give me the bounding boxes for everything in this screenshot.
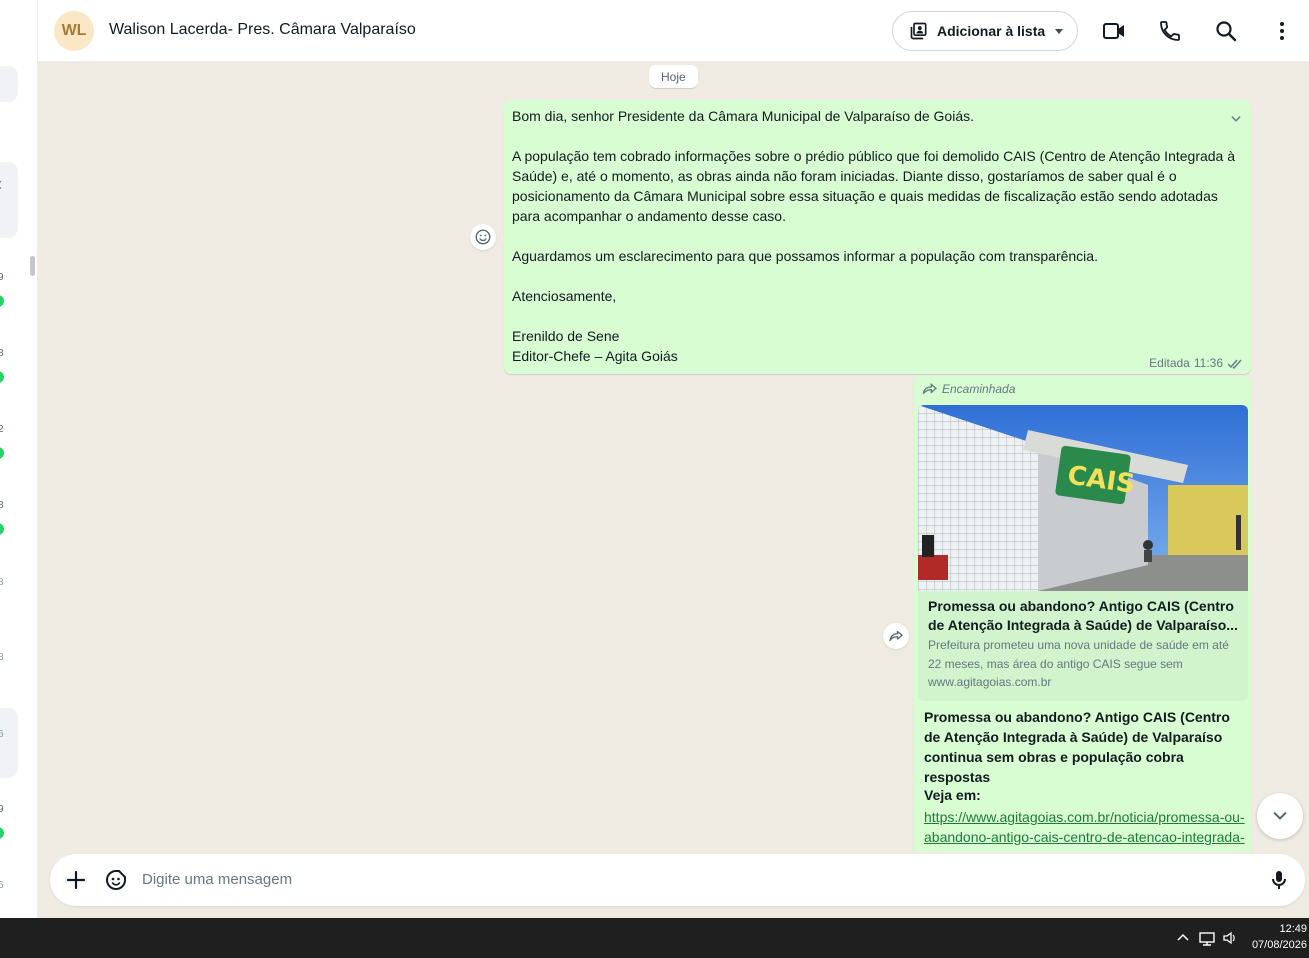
chat-item-time: 6 (0, 880, 4, 891)
network-icon[interactable] (1198, 930, 1216, 946)
link-preview-description: Prefeitura prometeu uma nova unidade de … (928, 638, 1229, 671)
outgoing-message-bubble[interactable]: Bom dia, senhor Presidente da Câmara Mun… (504, 100, 1251, 374)
unread-badge (0, 447, 4, 459)
contact-name[interactable]: Walison Lacerda- Pres. Câmara Valparaíso (109, 21, 416, 39)
message-time: 11:36 (1193, 356, 1223, 370)
chevron-down-icon[interactable] (1229, 112, 1243, 126)
chat-item-time: 8 (0, 652, 4, 663)
forwarded-arrow-icon (922, 383, 938, 395)
search-field-edge[interactable] (0, 66, 18, 102)
unread-badge (0, 523, 4, 535)
message-input[interactable]: Digite uma mensagem (142, 871, 292, 888)
link-preview-title: Promessa ou abandono? Antigo CAIS (Centr… (928, 598, 1238, 633)
article-link[interactable]: https://www.agitagoias.com.br/noticia/pr… (924, 807, 1248, 852)
message-meta: Editada 11:36 (1149, 356, 1243, 370)
link-preview-image[interactable]: CAIS (918, 405, 1248, 591)
link-preview-card[interactable]: CAIS Promessa ou abandono? Antigo CAIS (… (918, 405, 1248, 701)
forwarded-label: Encaminhada (942, 382, 1016, 396)
chat-list-scrollbar[interactable] (30, 256, 35, 276)
chat-list-panel: ‹ 9 8 2 8 8 8 6 9 6 (0, 0, 38, 918)
chevron-down-icon (1273, 811, 1287, 820)
chat-item-time: 9 (0, 804, 4, 815)
video-call-icon[interactable] (1102, 19, 1126, 43)
system-clock[interactable]: 12:49 07/08/2026 (1252, 921, 1307, 953)
unread-badge (0, 295, 4, 307)
forwarded-indicator: Encaminhada (922, 382, 1015, 396)
double-check-icon (1227, 359, 1242, 369)
search-icon[interactable] (1214, 19, 1238, 43)
back-arrow-icon[interactable]: ‹ (0, 174, 2, 195)
message-headline: Promessa ou abandono? Antigo CAIS (Centr… (924, 709, 1230, 785)
microphone-icon[interactable] (1267, 868, 1291, 892)
chat-item-time: 2 (0, 424, 4, 435)
chat-item-time: 8 (0, 348, 4, 359)
chat-item-time: 8 (0, 577, 4, 588)
clock-date: 07/08/2026 (1251, 939, 1307, 951)
chat-list-item-hover[interactable] (0, 708, 18, 778)
unread-badge (0, 371, 4, 383)
chat-list-item-selected[interactable] (0, 162, 18, 238)
message-veja-em: Veja em: (924, 787, 981, 803)
message-text: Bom dia, senhor Presidente da Câmara Mun… (512, 108, 1236, 364)
add-to-list-label: Adicionar à lista (937, 23, 1046, 39)
date-separator: Hoje (649, 65, 698, 88)
attach-plus-icon[interactable] (64, 868, 88, 892)
message-composer: Digite uma mensagem (50, 854, 1305, 906)
contact-list-icon (910, 22, 927, 40)
message-list[interactable]: Hoje Bom dia, senhor Presidente da Câmar… (38, 62, 1309, 852)
conversation-header: WL Walison Lacerda- Pres. Câmara Valpara… (38, 0, 1309, 62)
link-preview-domain: www.agitagoias.com.br (928, 675, 1052, 689)
chat-item-time: 8 (0, 500, 4, 511)
avatar[interactable]: WL (54, 11, 94, 51)
chat-item-time: 6 (0, 729, 4, 740)
unread-badge (0, 827, 4, 839)
edited-label: Editada (1149, 356, 1190, 370)
tray-expand-icon[interactable] (1176, 930, 1190, 946)
os-taskbar: 12:49 07/08/2026 (0, 918, 1309, 958)
sticker-icon[interactable] (104, 868, 128, 892)
composer-bar: Digite uma mensagem (38, 852, 1309, 918)
forward-icon[interactable] (883, 623, 909, 649)
emoji-reaction-icon[interactable] (470, 224, 496, 250)
scroll-to-bottom-button[interactable] (1257, 793, 1303, 839)
more-options-icon[interactable] (1270, 19, 1294, 43)
chat-item-time: 9 (0, 272, 4, 283)
add-to-list-button[interactable]: Adicionar à lista (892, 11, 1078, 51)
phone-call-icon[interactable] (1158, 19, 1182, 43)
volume-icon[interactable] (1222, 930, 1238, 946)
clock-time: 12:49 (1279, 923, 1307, 935)
chevron-down-icon (1055, 29, 1063, 34)
forwarded-message-bubble[interactable]: Encaminhada CAIS Promessa ou abandono? A… (914, 376, 1251, 852)
